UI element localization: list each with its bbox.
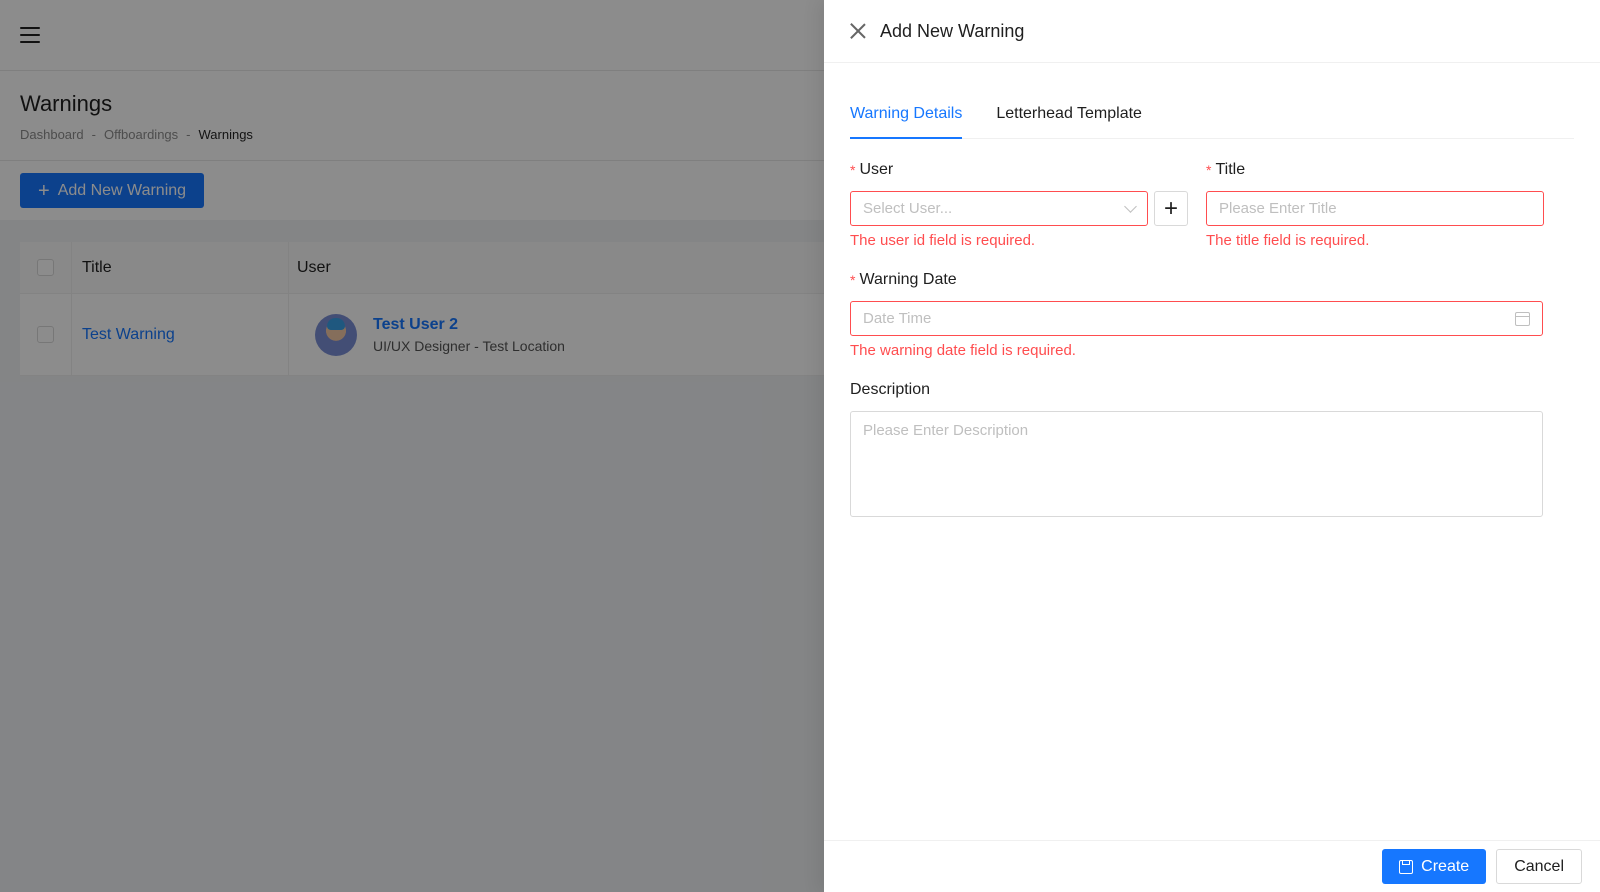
create-button[interactable]: Create	[1382, 849, 1487, 884]
form-row-warning-date: * Warning Date Date Time The warning dat…	[850, 271, 1574, 359]
user-field: * User Select User... + The user id fiel…	[850, 161, 1188, 249]
cancel-button[interactable]: Cancel	[1496, 849, 1582, 884]
tab-warning-details[interactable]: Warning Details	[850, 89, 963, 139]
user-select[interactable]: Select User...	[850, 191, 1148, 226]
close-icon[interactable]	[850, 23, 866, 39]
user-select-placeholder: Select User...	[863, 200, 953, 217]
tab-letterhead-template[interactable]: Letterhead Template	[996, 89, 1142, 138]
user-label: User	[859, 161, 894, 178]
form-row-user-title: * User Select User... + The user id fiel…	[850, 161, 1574, 249]
required-asterisk: *	[850, 272, 856, 288]
title-label: Title	[1215, 161, 1246, 178]
title-input[interactable]: Please Enter Title	[1206, 191, 1544, 226]
drawer-body: Warning Details Letterhead Template * Us…	[824, 63, 1600, 840]
description-field: Description Please Enter Description	[850, 381, 1543, 517]
form-row-description: Description Please Enter Description	[850, 381, 1574, 517]
user-select-wrap: Select User... +	[850, 191, 1188, 226]
user-error: The user id field is required.	[850, 232, 1036, 249]
tab-bar: Warning Details Letterhead Template	[850, 89, 1574, 139]
description-textarea[interactable]: Please Enter Description	[850, 411, 1543, 517]
title-label-wrap: * Title	[1206, 161, 1544, 179]
add-user-button[interactable]: +	[1154, 191, 1188, 226]
required-asterisk: *	[1206, 162, 1212, 178]
create-label: Create	[1421, 857, 1470, 875]
warning-date-label-wrap: * Warning Date	[850, 271, 1543, 289]
warning-date-label: Warning Date	[859, 271, 957, 288]
drawer-title: Add New Warning	[880, 20, 1025, 41]
title-field: * Title Please Enter Title The title fie…	[1206, 161, 1544, 249]
drawer-header: Add New Warning	[824, 0, 1600, 63]
required-asterisk: *	[850, 162, 856, 178]
calendar-icon[interactable]	[1515, 311, 1530, 326]
title-input-placeholder: Please Enter Title	[1219, 200, 1337, 217]
user-label-wrap: * User	[850, 161, 1188, 179]
description-label: Description	[850, 381, 931, 398]
warning-date-input[interactable]: Date Time	[850, 301, 1543, 336]
title-error: The title field is required.	[1206, 232, 1370, 249]
save-icon	[1399, 859, 1414, 874]
drawer-footer: Create Cancel	[824, 840, 1600, 892]
warning-date-field: * Warning Date Date Time The warning dat…	[850, 271, 1543, 359]
description-placeholder: Please Enter Description	[863, 422, 1029, 439]
warning-date-placeholder: Date Time	[863, 310, 932, 327]
add-warning-drawer: Add New Warning Warning Details Letterhe…	[824, 0, 1600, 892]
plus-icon: +	[1163, 194, 1178, 222]
warning-date-error: The warning date field is required.	[850, 342, 1076, 359]
chevron-down-icon	[1124, 199, 1137, 213]
